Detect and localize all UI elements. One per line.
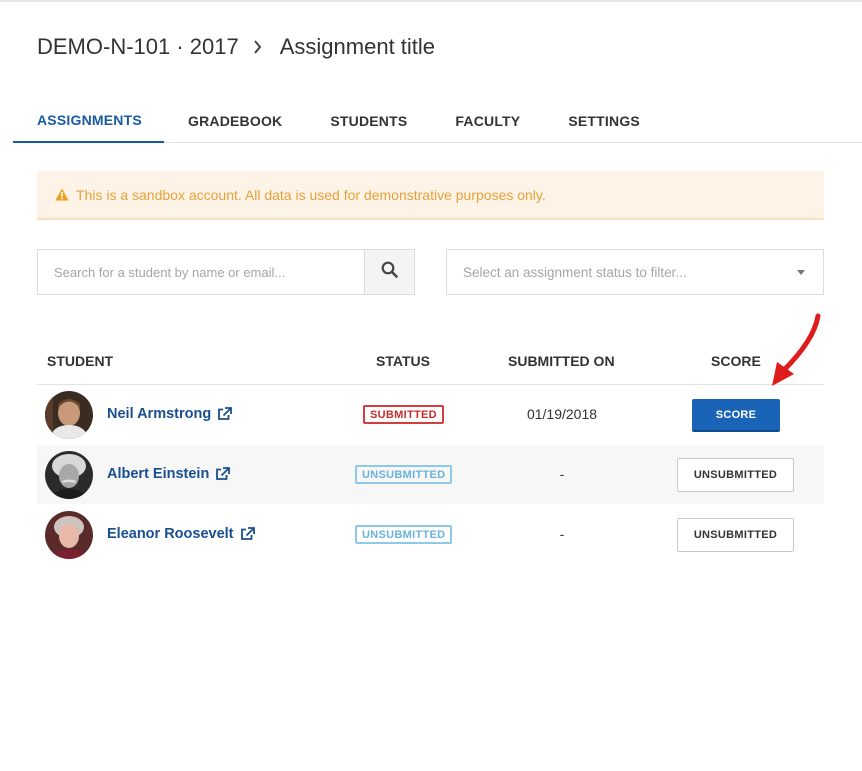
avatar [45, 451, 93, 499]
table-row: Albert Einstein UNSUBMITTED - UNSUBMITTE… [37, 445, 824, 505]
table-row: Neil Armstrong SUBMITTED 01/19/2018 SCOR… [37, 385, 824, 445]
tab-faculty[interactable]: FACULTY [431, 98, 544, 143]
annotation-arrow-icon [772, 313, 821, 386]
chevron-down-icon [797, 270, 805, 275]
header-student: STUDENT [47, 353, 114, 369]
top-divider [0, 0, 862, 2]
breadcrumb-assignment: Assignment title [279, 34, 436, 59]
search-button[interactable] [364, 250, 414, 294]
sandbox-alert: This is a sandbox account. All data is u… [37, 171, 824, 220]
status-filter-placeholder: Select an assignment status to filter... [463, 264, 687, 280]
header-submitted-on: SUBMITTED ON [508, 353, 615, 369]
status-badge: UNSUBMITTED [355, 465, 453, 484]
student-name: Eleanor Roosevelt [107, 526, 234, 542]
warning-icon [55, 188, 69, 201]
avatar [45, 391, 93, 439]
student-search [37, 249, 415, 295]
student-name-link[interactable]: Albert Einstein [107, 466, 231, 482]
search-input[interactable] [38, 250, 364, 294]
search-icon [381, 261, 398, 283]
tab-students[interactable]: STUDENTS [306, 98, 431, 143]
avatar [45, 511, 93, 559]
breadcrumb-course[interactable]: DEMO-N-101 · 2017 [37, 34, 239, 60]
student-name: Neil Armstrong [107, 406, 212, 422]
tab-settings[interactable]: SETTINGS [544, 98, 664, 143]
submissions-table: STUDENT STATUS SUBMITTED ON SCORE Neil A… [37, 338, 824, 565]
status-badge: SUBMITTED [363, 405, 444, 424]
student-name-link[interactable]: Neil Armstrong [107, 406, 233, 422]
tab-assignments[interactable]: ASSIGNMENTS [13, 98, 164, 143]
external-link-icon[interactable] [215, 467, 231, 481]
table-header: STUDENT STATUS SUBMITTED ON SCORE [37, 338, 824, 385]
header-status: STATUS [376, 353, 430, 369]
score-button[interactable]: SCORE [692, 399, 780, 432]
chevron-right-icon [253, 40, 262, 54]
alert-text: This is a sandbox account. All data is u… [76, 186, 546, 203]
external-link-icon[interactable] [240, 527, 255, 541]
header-score: SCORE [711, 353, 761, 369]
unsubmitted-button[interactable]: UNSUBMITTED [677, 458, 794, 492]
status-filter-select[interactable]: Select an assignment status to filter... [446, 249, 824, 295]
status-badge: UNSUBMITTED [355, 525, 453, 544]
external-link-icon[interactable] [217, 407, 233, 421]
breadcrumb: DEMO-N-101 · 2017 Assignment title [37, 32, 435, 62]
table-row: Eleanor Roosevelt UNSUBMITTED - UNSUBMIT… [37, 505, 824, 565]
tab-bar: ASSIGNMENTS GRADEBOOK STUDENTS FACULTY S… [13, 98, 862, 143]
unsubmitted-button[interactable]: UNSUBMITTED [677, 518, 794, 552]
tab-gradebook[interactable]: GRADEBOOK [164, 98, 306, 143]
student-name-link[interactable]: Eleanor Roosevelt [107, 526, 255, 542]
student-name: Albert Einstein [107, 466, 210, 482]
